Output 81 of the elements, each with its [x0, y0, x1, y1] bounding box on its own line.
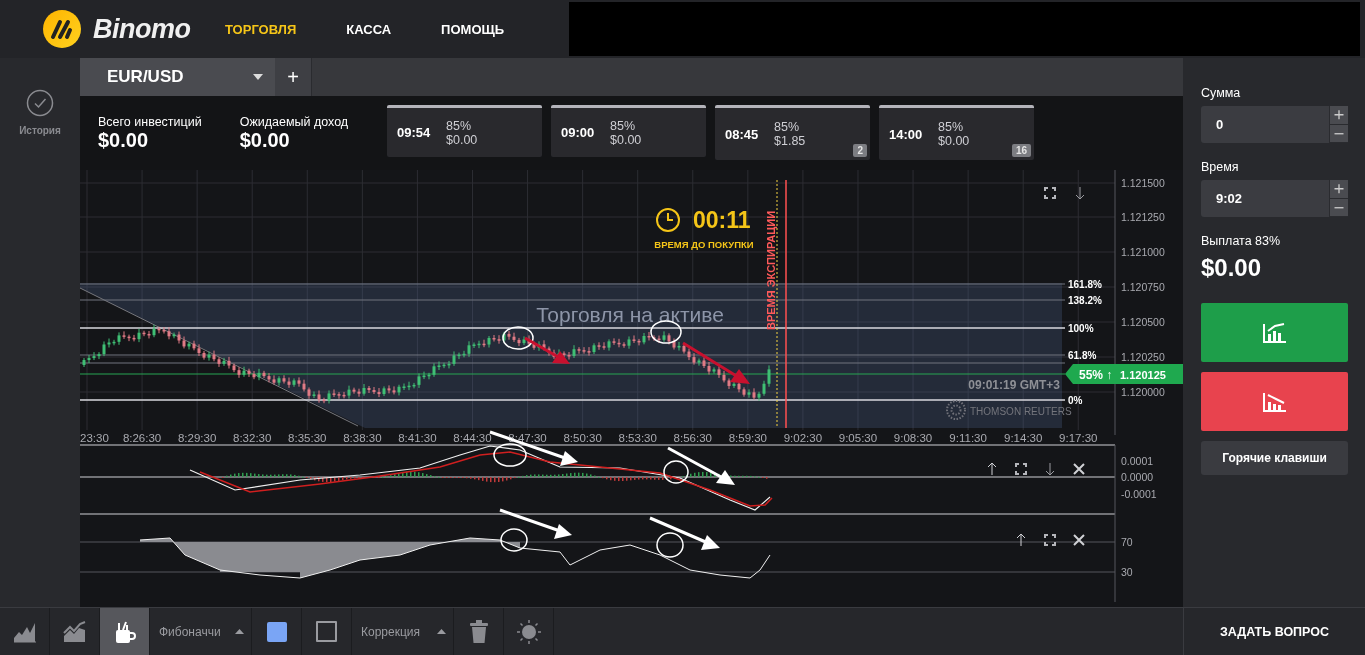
- deal-amount: $1.85: [774, 134, 806, 148]
- price-axis-label: 1.121000: [1121, 246, 1165, 258]
- time-axis-label: 8:50:30: [563, 432, 602, 444]
- deal-percent: 85%: [446, 118, 473, 133]
- time-axis-label: 9:17:30: [1059, 432, 1098, 444]
- deal-time: 14:00: [889, 126, 924, 142]
- deal-count-badge: 2: [853, 144, 867, 157]
- price-axis-label: 1.121500: [1121, 177, 1165, 189]
- time-axis-label: 8:26:30: [122, 432, 162, 444]
- deal-card[interactable]: 08:45 85% $1.85 2: [715, 105, 870, 160]
- nav-link[interactable]: КАССА: [321, 21, 417, 37]
- hotkeys-button[interactable]: Горячие клавиши: [1201, 441, 1348, 475]
- countdown-timer: 00:11: [693, 207, 751, 233]
- deal-amount: $0.00: [938, 134, 970, 148]
- summary-label: Всего инвестиций: [98, 115, 202, 129]
- time-label: Время: [1201, 160, 1240, 174]
- chart-subtitle: Торговля на активе: [536, 303, 724, 326]
- deal-amount: $0.00: [610, 132, 642, 147]
- time-axis-label: 8:29:30: [177, 432, 217, 444]
- time-axis-label: 9:05:30: [838, 432, 878, 444]
- fibonacci-level-label: 138.2%: [1068, 295, 1102, 306]
- fibonacci-level-label: 0%: [1068, 395, 1083, 406]
- indicator-axis-label: 70: [1121, 536, 1133, 548]
- time-axis-label: 23:30: [80, 432, 109, 444]
- price-change-percent: 55% ↑: [1079, 368, 1113, 382]
- deal-time: 08:45: [725, 126, 760, 142]
- time-axis-label: 8:41:30: [398, 432, 437, 444]
- fibonacci-level-label: 61.8%: [1068, 350, 1097, 361]
- time-axis-label: 9:14:30: [1004, 432, 1043, 444]
- price-axis-label: 1.120000: [1121, 386, 1165, 398]
- logo-text[interactable]: Binomo: [93, 13, 191, 45]
- data-provider-label: THOMSON REUTERS: [970, 406, 1072, 417]
- price-axis-label: 1.121250: [1121, 211, 1165, 223]
- time-axis-label: 8:44:30: [453, 432, 492, 444]
- history-button[interactable]: История: [19, 89, 61, 136]
- deal-card[interactable]: 09:00 85% $0.00: [551, 105, 706, 157]
- expiration-label: ВРЕМЯ ЭКСПИРАЦИИ: [765, 210, 777, 330]
- time-axis-label: 9:08:30: [893, 432, 933, 444]
- add-tab-button[interactable]: +: [275, 58, 312, 96]
- deal-amount: $0.00: [446, 132, 478, 147]
- countdown-label: ВРЕМЯ ДО ПОКУПКИ: [654, 239, 754, 250]
- deal-card[interactable]: 14:00 85% $0.00 16: [879, 105, 1034, 160]
- time-axis-label: 8:56:30: [673, 432, 712, 444]
- fibonacci-level-label: 161.8%: [1068, 279, 1102, 290]
- tool-dropdown[interactable]: Коррекция: [352, 608, 454, 655]
- deal-percent: 85%: [938, 120, 965, 134]
- time-axis-label: 8:35:30: [288, 432, 327, 444]
- time-axis-label: 8:38:30: [343, 432, 382, 444]
- price-axis-label: 1.120250: [1121, 351, 1165, 363]
- indicator-axis-label: 0.0000: [1121, 471, 1154, 483]
- asset-dropdown[interactable]: EUR/USD: [80, 58, 275, 96]
- fibonacci-level-label: 100%: [1068, 323, 1094, 334]
- price-axis-label: 1.120750: [1121, 281, 1165, 293]
- deal-time: 09:54: [397, 125, 432, 140]
- server-time: 09:01:19 GMT+3: [968, 378, 1060, 392]
- deal-card[interactable]: 09:54 85% $0.00: [387, 105, 542, 157]
- time-axis-label: 9:02:30: [783, 432, 823, 444]
- indicator-axis-label: -0.0001: [1121, 488, 1157, 500]
- amount-label: Сумма: [1201, 86, 1242, 100]
- amount-field[interactable]: 0: [1201, 106, 1348, 143]
- time-axis-label: 8:53:30: [618, 432, 657, 444]
- time-axis-label: 8:59:30: [728, 432, 768, 444]
- nav-link[interactable]: ТОРГОВЛЯ: [225, 21, 322, 37]
- deal-percent: 85%: [774, 120, 801, 134]
- deal-count-badge: 16: [1011, 144, 1031, 157]
- summary-label: Ожидаемый доход: [239, 115, 349, 129]
- indicator-axis-label: 30: [1121, 566, 1133, 578]
- time-axis-label: 8:32:30: [233, 432, 272, 444]
- price-axis-label: 1.120500: [1121, 316, 1165, 328]
- deal-time: 09:00: [561, 125, 596, 140]
- time-field[interactable]: 9:02: [1201, 180, 1348, 217]
- current-price: 1.120125: [1120, 369, 1166, 381]
- deal-percent: 85%: [610, 118, 637, 133]
- indicator-axis-label: 0.0001: [1121, 455, 1154, 467]
- tool-dropdown[interactable]: Фибоначчи: [150, 608, 252, 655]
- payout-value: $0.00: [1201, 254, 1263, 282]
- payout-label: Выплата 83%: [1201, 234, 1282, 248]
- summary-value: $0.00: [239, 129, 291, 152]
- nav-link[interactable]: ПОМОЩЬ: [416, 21, 530, 37]
- summary-value: $0.00: [98, 129, 150, 152]
- time-axis-label: 9:11:30: [949, 432, 987, 444]
